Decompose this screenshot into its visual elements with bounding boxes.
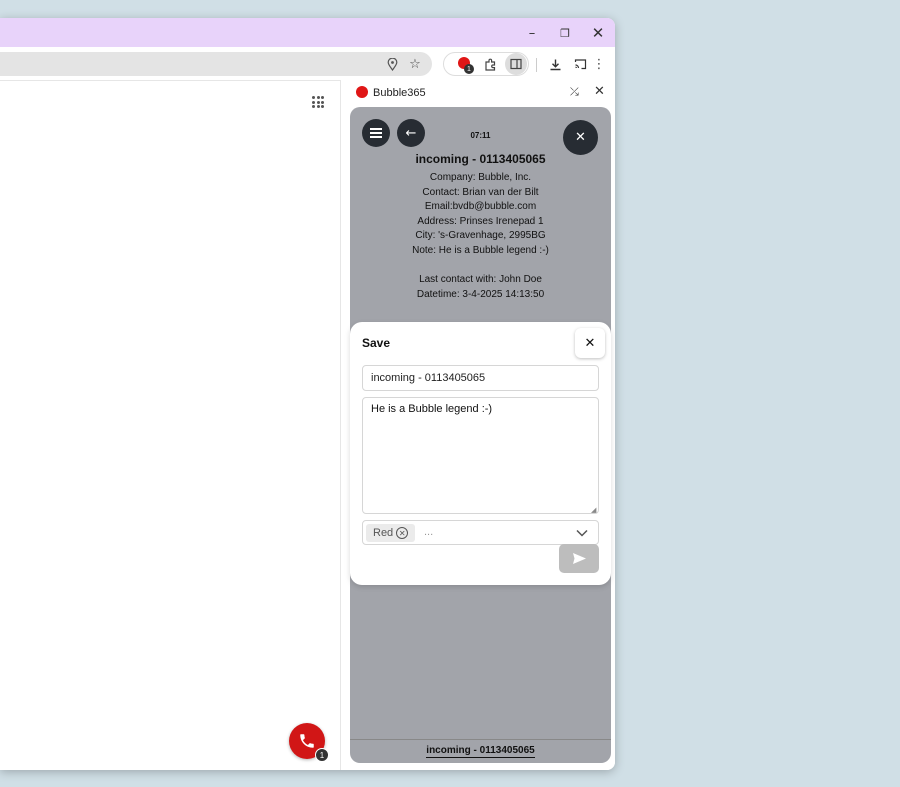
call-title: incoming - 0113405065: [415, 152, 546, 166]
page-content: 1: [0, 80, 341, 770]
chevron-down-icon[interactable]: [575, 527, 589, 539]
modal-close-button[interactable]: ✕: [575, 328, 605, 358]
last-contact-text: Last contact with: John Doe: [419, 274, 542, 286]
remove-tag-icon[interactable]: ✕: [396, 527, 409, 539]
phone-badge: 1: [315, 748, 329, 762]
end-call-button[interactable]: ✕: [563, 120, 598, 155]
browser-window: – ❐ ✕ ☆ 1 ⋮ 1 Bubble365 ⤰ ✕ ← 07:11 ✕ in…: [0, 18, 615, 770]
close-icon: ✕: [584, 335, 596, 351]
tag-label: Red: [373, 527, 394, 539]
send-button[interactable]: [559, 544, 599, 573]
side-panel-icon: [507, 55, 525, 73]
bookmark-star-icon[interactable]: ☆: [406, 55, 424, 73]
toolbar-separator: [536, 58, 537, 72]
extensions-puzzle-icon[interactable]: [481, 55, 499, 73]
side-panel-header: Bubble365 ⤰ ✕: [342, 80, 615, 106]
tags-placeholder: ...: [424, 526, 434, 538]
send-icon: [572, 553, 586, 564]
download-icon[interactable]: [546, 55, 564, 73]
contact-text: Contact: Brian van der Bilt: [422, 186, 539, 198]
active-call-tab[interactable]: incoming - 0113405065: [350, 745, 611, 758]
contact-info: Company: Bubble, Inc. Contact: Brian van…: [350, 171, 611, 302]
minimize-icon[interactable]: –: [521, 22, 543, 44]
modal-title: Save: [362, 336, 391, 350]
email-text: Email:bvdb@bubble.com: [424, 201, 537, 213]
browser-toolbar: ☆ 1 ⋮: [0, 47, 615, 80]
footer-divider: [350, 739, 611, 740]
phone-icon: [300, 734, 314, 748]
unpin-icon[interactable]: ⤰: [570, 85, 579, 99]
location-icon[interactable]: [383, 55, 401, 73]
close-icon[interactable]: ✕: [587, 22, 609, 44]
extension-badge: 1: [464, 64, 474, 74]
company-text: Company: Bubble, Inc.: [429, 172, 532, 183]
address-bar[interactable]: [0, 52, 432, 76]
city-text: City: 's-Gravenhage, 2995BG: [415, 230, 546, 242]
side-panel-close-icon[interactable]: ✕: [594, 84, 605, 99]
save-modal: Save ✕ He is a Bubble legend :-) ◢ Red ✕…: [350, 322, 611, 585]
tags-select[interactable]: Red ✕ ...: [362, 520, 599, 545]
active-call-label: incoming - 0113405065: [426, 745, 535, 758]
note-textarea[interactable]: He is a Bubble legend :-): [362, 397, 599, 514]
title-bar: – ❐ ✕: [0, 18, 615, 47]
side-panel: Bubble365 ⤰ ✕ ← 07:11 ✕ incoming - 01134…: [342, 80, 615, 770]
apps-grid-icon[interactable]: [312, 96, 324, 108]
cast-icon[interactable]: [571, 55, 589, 73]
resize-handle-icon[interactable]: ◢: [591, 506, 596, 514]
tag-chip: Red ✕: [366, 524, 416, 542]
side-panel-title: Bubble365: [373, 87, 426, 99]
bubble365-logo: [356, 86, 368, 98]
restore-icon[interactable]: ❐: [554, 22, 576, 44]
more-menu-icon[interactable]: ⋮: [590, 55, 608, 73]
address-text: Address: Prinses Irenepad 1: [417, 215, 544, 227]
note-text: Note: He is a Bubble legend :-): [412, 244, 549, 256]
datetime-text: Datetime: 3-4-2025 14:13:50: [416, 288, 545, 300]
subject-input[interactable]: [362, 365, 599, 391]
close-icon: ✕: [575, 130, 586, 145]
